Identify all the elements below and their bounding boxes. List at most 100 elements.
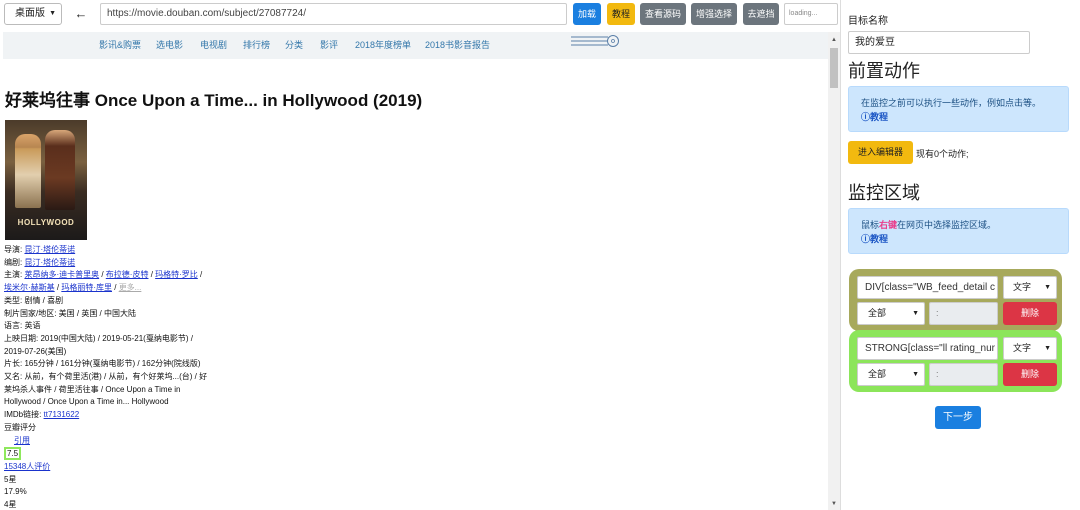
cast-row-2: 埃米尔·赫斯基 / 玛格丽特·库里 / 更多... — [4, 283, 142, 293]
browser-toolbar: 桌面版 ▼ ← https://movie.douban.com/subject… — [0, 0, 840, 30]
tutorial-button[interactable]: 教程 — [607, 3, 635, 25]
chevron-down-icon: ▼ — [49, 10, 56, 17]
poster-figure-left — [15, 134, 41, 208]
more-cast-link[interactable]: 更多... — [119, 283, 142, 292]
loading-input[interactable]: loading... — [784, 3, 838, 25]
quote-row: 引用 — [4, 435, 219, 448]
next-step-button[interactable]: 下一步 — [935, 406, 981, 429]
director-row: 导演: 昆汀·塔伦蒂诺 — [4, 244, 219, 257]
tutorial-link[interactable]: ⓘ教程 — [861, 232, 1068, 246]
nav-item-tv[interactable]: 电视剧 — [200, 32, 227, 59]
writer-link[interactable]: 昆汀·塔伦蒂诺 — [24, 258, 75, 267]
monitor-area-title: 监控区域 — [848, 183, 920, 203]
range-input[interactable]: : — [929, 363, 998, 386]
language-row: 语言: 英语 — [4, 321, 41, 331]
range-input[interactable]: : — [929, 302, 998, 325]
imdb-link[interactable]: tt7131622 — [44, 410, 80, 419]
target-name-label: 目标名称 — [848, 16, 888, 27]
cast-link[interactable]: 布拉德·皮特 — [106, 270, 149, 279]
imdb-label: IMDb链接: — [4, 410, 44, 420]
enhanced-select-button[interactable]: 增强选择 — [691, 3, 737, 25]
scroll-thumb[interactable] — [830, 48, 838, 88]
aka-row-2: 莱坞杀人事件 / 荷里活往事 / Once Upon a Time in — [4, 384, 181, 394]
scope-value: 全部 — [868, 369, 887, 379]
back-arrow-icon[interactable]: ← — [69, 3, 93, 25]
chevron-down-icon: ▼ — [912, 310, 919, 317]
delete-button[interactable]: 删除 — [1003, 363, 1057, 386]
nav-item-annual-report[interactable]: 2018书影音报告 — [425, 32, 490, 59]
director-label: 导演: — [4, 245, 25, 254]
director-link[interactable]: 昆汀·塔伦蒂诺 — [24, 245, 75, 254]
poster-figure-right — [45, 130, 75, 210]
release-row-2: 2019-07-26(美国) — [4, 346, 67, 356]
release-row: 上映日期: 2019(中国大陆) / 2019-05-21(戛纳电影节) / — [4, 333, 193, 343]
url-input[interactable]: https://movie.douban.com/subject/2708772… — [100, 3, 567, 25]
votes-row: 15348人评价 — [4, 461, 219, 474]
region-row: 制片国家/地区: 美国 / 英国 / 中国大陆 — [4, 308, 137, 318]
device-mode-select[interactable]: 桌面版 ▼ — [4, 3, 62, 25]
nav-item-movies[interactable]: 选电影 — [156, 32, 183, 59]
film-reel-icon[interactable] — [570, 34, 620, 48]
site-nav: 影讯&购票 选电影 电视剧 排行榜 分类 影评 2018年度榜单 2018书影音… — [3, 32, 829, 59]
movie-info: 导演: 昆汀·塔伦蒂诺 编剧: 昆汀·塔伦蒂诺 主演: 莱昂纳多·迪卡普里奥 /… — [4, 244, 219, 510]
enter-editor-button[interactable]: 进入编辑器 — [848, 141, 913, 164]
movie-title: 好莱坞往事 Once Upon a Time... in Hollywood (… — [5, 91, 423, 110]
content-type-value: 文字 — [1013, 343, 1032, 353]
page-scrollbar[interactable]: ▲ ▼ — [828, 32, 840, 510]
rating-value[interactable]: 7.5 — [4, 447, 22, 461]
target-name-input[interactable]: 我的爱豆 — [848, 31, 1030, 54]
star5-label: 5星 — [4, 474, 17, 484]
nav-item-reviews[interactable]: 影评 — [320, 32, 338, 59]
content-type-select[interactable]: 文字 ▼ — [1003, 337, 1057, 360]
star4-label: 4星 — [4, 500, 17, 510]
rating-row: 7.5 — [4, 447, 219, 461]
cast-link[interactable]: 埃米尔·赫斯基 — [4, 283, 55, 292]
monitor-config-panel: 目标名称 我的爱豆 前置动作 在监控之前可以执行一些动作，例如点击等。 ⓘ教程 … — [841, 0, 1080, 510]
movie-poster[interactable]: HOLLYWOOD — [5, 120, 87, 240]
right-click-keyword: 右键 — [879, 220, 898, 230]
cast-link[interactable]: 玛格特·罗比 — [155, 270, 198, 279]
nav-item-annual-list[interactable]: 2018年度榜单 — [355, 32, 411, 59]
runtime-row: 片长: 165分钟 / 161分钟(戛纳电影节) / 162分钟(院线版) — [4, 359, 201, 369]
scope-select[interactable]: 全部 ▼ — [857, 302, 925, 325]
cast-link[interactable]: 莱昂纳多·迪卡普里奥 — [24, 270, 99, 279]
content-type-select[interactable]: 文字 ▼ — [1003, 276, 1057, 299]
view-source-button[interactable]: 查看源码 — [640, 3, 686, 25]
pre-action-title: 前置动作 — [848, 61, 920, 81]
writer-row: 编剧: 昆汀·塔伦蒂诺 — [4, 257, 219, 270]
votes-link[interactable]: 15348人评价 — [4, 462, 50, 471]
monitor-hint-post: 在网页中选择监控区域。 — [897, 220, 997, 230]
cast-link[interactable]: 玛格丽特·库里 — [61, 283, 112, 292]
aka-row-3: Hollywood / Once Upon a Time in... Holly… — [4, 397, 169, 407]
nav-item-categories[interactable]: 分类 — [285, 32, 303, 59]
imdb-row: IMDb链接: tt7131622 — [4, 409, 219, 422]
selector-input[interactable]: STRONG[class="ll rating_nur — [857, 337, 998, 360]
tutorial-link[interactable]: ⓘ教程 — [861, 110, 1068, 124]
monitor-hint-box: 鼠标右键在网页中选择监控区域。 ⓘ教程 — [848, 208, 1069, 254]
scope-value: 全部 — [868, 308, 887, 318]
nav-item-tickets[interactable]: 影讯&购票 — [99, 32, 141, 59]
nav-item-rankings[interactable]: 排行榜 — [243, 32, 270, 59]
chevron-down-icon: ▼ — [1044, 345, 1051, 352]
scope-select[interactable]: 全部 ▼ — [857, 363, 925, 386]
web-viewport: 影讯&购票 选电影 电视剧 排行榜 分类 影评 2018年度榜单 2018书影音… — [3, 32, 829, 510]
load-button[interactable]: 加载 — [573, 3, 601, 25]
poster-logo-text: HOLLYWOOD — [17, 218, 75, 227]
selector-group: STRONG[class="ll rating_nur 文字 ▼ 全部 ▼ : 删除 — [849, 330, 1062, 392]
device-mode-value: 桌面版 — [15, 8, 45, 19]
pre-action-hint-box: 在监控之前可以执行一些动作，例如点击等。 ⓘ教程 — [848, 86, 1069, 132]
monitor-hint-pre: 鼠标 — [861, 220, 880, 230]
writer-label: 编剧: — [4, 257, 25, 267]
chevron-down-icon: ▼ — [1044, 284, 1051, 291]
scroll-up-icon[interactable]: ▲ — [828, 34, 840, 46]
aka-row: 又名: 从前，有个荷里活(港) / 从前，有个好莱坞...(台) / 好 — [4, 372, 208, 382]
remove-cover-button[interactable]: 去遮挡 — [743, 3, 779, 25]
action-count: 现有0个动作; — [916, 149, 969, 159]
scroll-down-icon[interactable]: ▼ — [828, 498, 840, 510]
content-type-value: 文字 — [1013, 282, 1032, 292]
genre-row: 类型: 剧情 / 喜剧 — [4, 295, 64, 305]
quote-link[interactable]: 引用 — [14, 436, 30, 445]
browser-pane: 桌面版 ▼ ← https://movie.douban.com/subject… — [0, 0, 840, 510]
delete-button[interactable]: 删除 — [1003, 302, 1057, 325]
selector-input[interactable]: DIV[class="WB_feed_detail c — [857, 276, 998, 299]
